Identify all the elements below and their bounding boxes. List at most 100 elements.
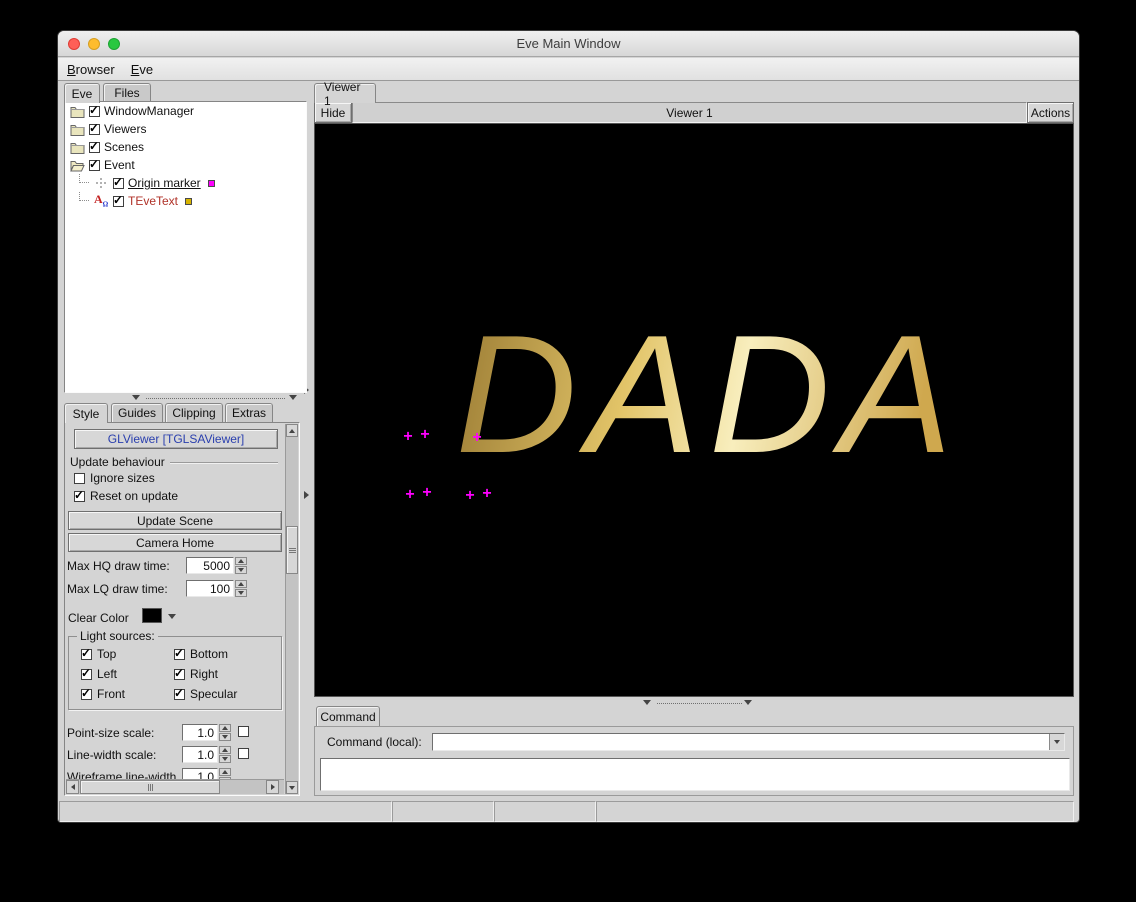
color-swatch bbox=[185, 198, 192, 205]
tree-checkbox[interactable] bbox=[113, 178, 124, 189]
spin-down-icon[interactable] bbox=[235, 566, 247, 574]
tab-style[interactable]: Style bbox=[64, 403, 108, 423]
checkbox[interactable] bbox=[74, 473, 85, 484]
tree-checkbox[interactable] bbox=[89, 106, 100, 117]
scene-marker-icon: + bbox=[405, 487, 414, 502]
clear-color-swatch[interactable] bbox=[142, 608, 162, 623]
update-behaviour-group: Update behaviour bbox=[70, 455, 278, 469]
actions-button[interactable]: Actions bbox=[1027, 102, 1074, 123]
tree-item-tevetext[interactable]: AΩ TEveText bbox=[65, 192, 306, 210]
clear-color-dropdown-icon[interactable] bbox=[168, 614, 176, 619]
combo-dropdown-icon[interactable] bbox=[1049, 734, 1064, 750]
light-top-checkbox[interactable]: Top bbox=[81, 647, 116, 661]
tree-item-windowmanager[interactable]: WindowManager bbox=[65, 102, 306, 120]
splitter-handle[interactable] bbox=[146, 398, 285, 399]
menu-eve[interactable]: Eve bbox=[131, 62, 153, 77]
tree-item-scenes[interactable]: Scenes bbox=[65, 138, 306, 156]
splitter-handle[interactable] bbox=[657, 703, 742, 704]
light-bottom-checkbox[interactable]: Bottom bbox=[174, 647, 228, 661]
tab-extras[interactable]: Extras bbox=[225, 403, 273, 422]
screen: Eve Main Window Browser Eve Eve Files Wi… bbox=[0, 0, 1136, 902]
spinner-value[interactable]: 1.0 bbox=[182, 746, 218, 763]
tab-clipping[interactable]: Clipping bbox=[165, 403, 223, 422]
spin-down-icon[interactable] bbox=[219, 755, 231, 763]
spin-up-icon[interactable] bbox=[235, 557, 247, 565]
tree-checkbox[interactable] bbox=[89, 160, 100, 171]
tree-checkbox[interactable] bbox=[89, 124, 100, 135]
light-left-checkbox[interactable]: Left bbox=[81, 667, 117, 681]
ignore-sizes-checkbox[interactable]: Ignore sizes bbox=[74, 471, 155, 485]
line-width-checkbox[interactable] bbox=[238, 748, 249, 759]
tab-guides[interactable]: Guides bbox=[111, 403, 163, 422]
checkbox[interactable] bbox=[81, 669, 92, 680]
glviewer-button[interactable]: GLViewer [TGLSAViewer] bbox=[74, 429, 278, 449]
tree-item-label[interactable]: Viewers bbox=[104, 122, 146, 136]
checkbox-label: Top bbox=[97, 647, 116, 661]
splitter-arrow-down-icon[interactable] bbox=[289, 395, 297, 400]
spinner-value[interactable]: 5000 bbox=[186, 557, 234, 574]
style-panel-hscrollbar[interactable] bbox=[66, 779, 284, 794]
tab-files[interactable]: Files bbox=[103, 83, 151, 102]
light-right-checkbox[interactable]: Right bbox=[174, 667, 218, 681]
reset-on-update-checkbox[interactable]: Reset on update bbox=[74, 489, 178, 503]
checkbox-label: Specular bbox=[190, 687, 237, 701]
vscroll-thumb[interactable] bbox=[286, 526, 298, 574]
spin-down-icon[interactable] bbox=[235, 589, 247, 597]
tree-item-label[interactable]: Scenes bbox=[104, 140, 144, 154]
spinner-value[interactable]: 1.0 bbox=[182, 724, 218, 741]
tree-item-label[interactable]: WindowManager bbox=[104, 104, 194, 118]
checkbox[interactable] bbox=[174, 689, 185, 700]
tab-eve[interactable]: Eve bbox=[64, 83, 100, 103]
spin-up-icon[interactable] bbox=[235, 580, 247, 588]
max-lq-spinner[interactable]: 100 bbox=[186, 580, 247, 597]
line-width-spinner[interactable]: 1.0 bbox=[182, 746, 231, 763]
command-combobox[interactable] bbox=[432, 733, 1065, 751]
checkbox[interactable] bbox=[81, 689, 92, 700]
scroll-down-icon[interactable] bbox=[286, 781, 298, 794]
light-front-checkbox[interactable]: Front bbox=[81, 687, 125, 701]
checkbox[interactable] bbox=[74, 491, 85, 502]
scene-marker-icon: + bbox=[472, 430, 481, 445]
spin-up-icon[interactable] bbox=[219, 724, 231, 732]
scroll-up-icon[interactable] bbox=[286, 424, 298, 437]
spin-up-icon[interactable] bbox=[219, 768, 231, 776]
tree-item-origin-marker[interactable]: Origin marker bbox=[65, 174, 306, 192]
splitter-arrow-down-icon[interactable] bbox=[643, 700, 651, 705]
splitter-arrow-down-icon[interactable] bbox=[132, 395, 140, 400]
update-scene-button[interactable]: Update Scene bbox=[68, 511, 282, 530]
checkbox[interactable] bbox=[81, 649, 92, 660]
scroll-right-icon[interactable] bbox=[266, 780, 279, 794]
point-size-spinner[interactable]: 1.0 bbox=[182, 724, 231, 741]
command-output[interactable] bbox=[320, 758, 1070, 791]
tree-item-label[interactable]: Event bbox=[104, 158, 135, 172]
tree-style-splitter[interactable] bbox=[64, 394, 307, 402]
light-specular-checkbox[interactable]: Specular bbox=[174, 687, 237, 701]
tab-command[interactable]: Command bbox=[316, 706, 380, 726]
spin-up-icon[interactable] bbox=[219, 746, 231, 754]
point-size-checkbox[interactable] bbox=[238, 726, 249, 737]
tree-item-label[interactable]: TEveText bbox=[128, 194, 178, 208]
tree-item-event[interactable]: Event bbox=[65, 156, 306, 174]
hscroll-thumb[interactable] bbox=[80, 780, 220, 794]
viewer-command-splitter[interactable] bbox=[314, 699, 1074, 706]
spin-down-icon[interactable] bbox=[219, 733, 231, 741]
style-panel-vscrollbar[interactable] bbox=[285, 424, 298, 794]
tab-viewer-1[interactable]: Viewer 1 bbox=[314, 83, 376, 103]
titlebar[interactable]: Eve Main Window bbox=[58, 31, 1079, 57]
tree-item-viewers[interactable]: Viewers bbox=[65, 120, 306, 138]
checkbox[interactable] bbox=[174, 649, 185, 660]
tree-checkbox[interactable] bbox=[89, 142, 100, 153]
tree-checkbox[interactable] bbox=[113, 196, 124, 207]
checkbox[interactable] bbox=[174, 669, 185, 680]
command-input[interactable] bbox=[433, 734, 1049, 750]
camera-home-button[interactable]: Camera Home bbox=[68, 533, 282, 552]
splitter-arrow-down-icon[interactable] bbox=[744, 700, 752, 705]
menu-browser[interactable]: Browser bbox=[67, 62, 115, 77]
tree-item-label[interactable]: Origin marker bbox=[128, 176, 201, 190]
max-hq-spinner[interactable]: 5000 bbox=[186, 557, 247, 574]
spinner-value[interactable]: 100 bbox=[186, 580, 234, 597]
scroll-left-icon[interactable] bbox=[66, 780, 79, 794]
gl-viewport[interactable]: DADA +++++++ bbox=[314, 123, 1074, 697]
statusbar-cell bbox=[392, 801, 494, 822]
panel-splitter-arrow-icon[interactable] bbox=[304, 491, 309, 499]
